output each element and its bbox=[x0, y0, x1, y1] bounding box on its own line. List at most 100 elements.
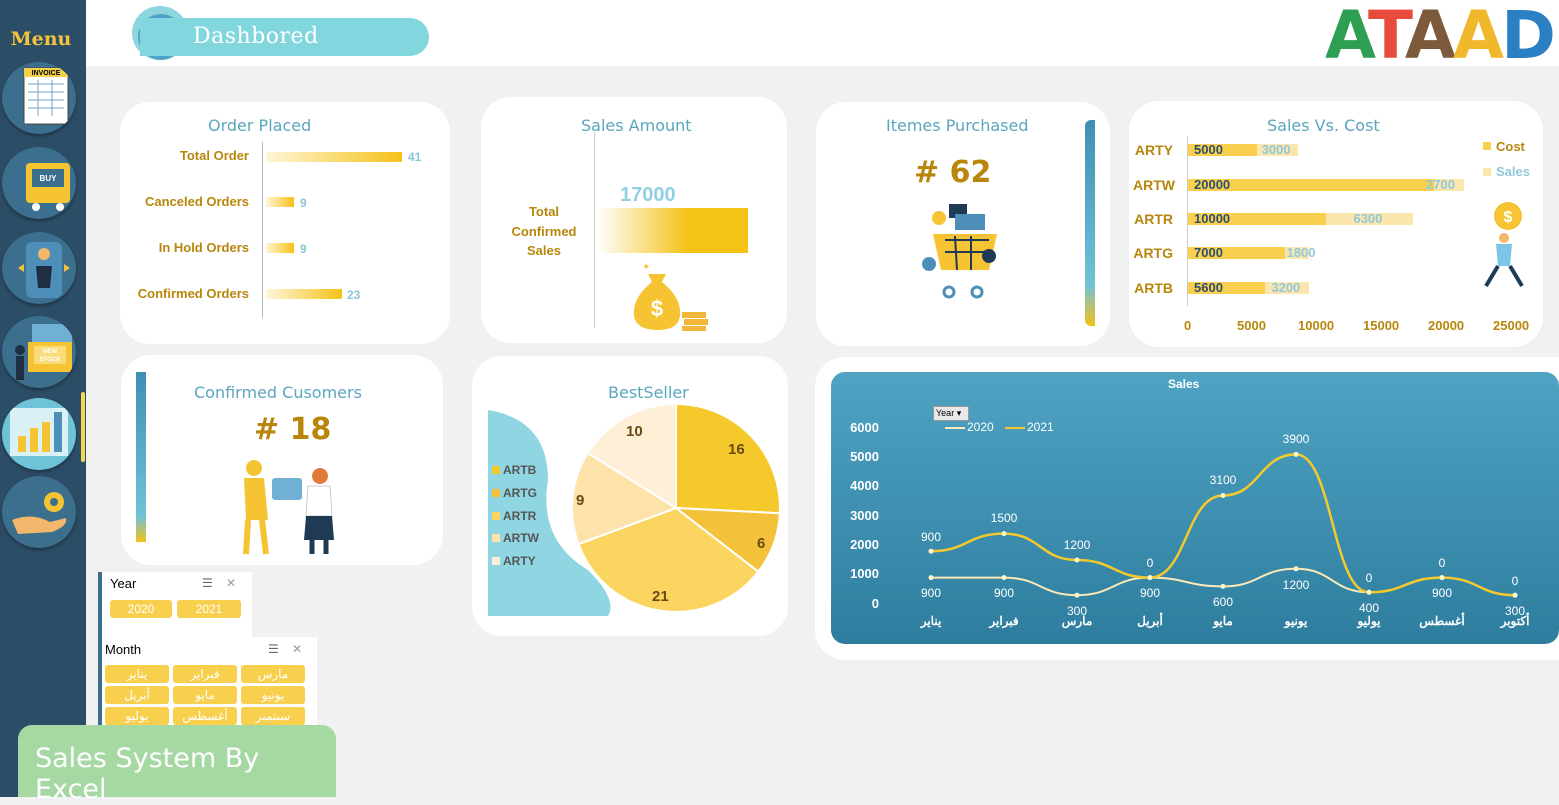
pie-slice-label: 10 bbox=[626, 423, 643, 440]
cost-value: 5000 bbox=[1194, 142, 1223, 157]
pie-slice-artb bbox=[675, 402, 781, 515]
items-purchased-title: Itemes Purchased bbox=[886, 116, 1029, 135]
data-label-2020: 400 bbox=[1358, 601, 1380, 615]
coin-person-icon: $ bbox=[1484, 202, 1524, 288]
order-label: Total Order bbox=[179, 148, 249, 163]
order-label: Canceled Orders bbox=[144, 194, 249, 209]
x-axis-tick: 10000 bbox=[1298, 318, 1335, 333]
decor-strip bbox=[1085, 120, 1095, 326]
invoice-label: INVOICE bbox=[32, 70, 61, 77]
year-slicer-title: Year bbox=[110, 576, 137, 591]
multi-select-icon[interactable]: ☰ bbox=[202, 576, 213, 590]
legend-sales-swatch bbox=[1483, 168, 1491, 176]
data-label-2020: 900 bbox=[993, 586, 1015, 600]
settings-button[interactable] bbox=[2, 476, 76, 548]
pie-legend-item: ARTG bbox=[492, 486, 537, 500]
x-axis-tick: 25000 bbox=[1493, 318, 1530, 333]
order-placed-title: Order Placed bbox=[208, 116, 312, 135]
dashboard-button[interactable] bbox=[2, 398, 76, 470]
year-option[interactable]: 2021 bbox=[177, 600, 241, 618]
sales-value: 3000 bbox=[1261, 142, 1291, 157]
svg-text:$: $ bbox=[651, 296, 663, 321]
buy-button[interactable]: BUY bbox=[2, 147, 76, 219]
svc-category: ARTR bbox=[1134, 211, 1173, 227]
money-bag-icon: $ ✦ bbox=[633, 262, 708, 331]
pie-slice-label: 9 bbox=[576, 492, 585, 509]
svc-category: ARTW bbox=[1133, 177, 1175, 193]
pie-legend-item: ARTR bbox=[492, 509, 536, 523]
cost-value: 10000 bbox=[1194, 211, 1231, 226]
month-option[interactable]: يوليو bbox=[105, 707, 169, 725]
month-option[interactable]: مارس bbox=[241, 665, 305, 683]
multi-select-icon[interactable]: ☰ bbox=[268, 642, 279, 656]
bestseller-pie bbox=[571, 402, 781, 613]
svg-text:$: $ bbox=[1504, 209, 1513, 226]
sales-amount-value: 17000 bbox=[620, 184, 676, 206]
dashboard-icon bbox=[10, 408, 68, 456]
settings-icon bbox=[12, 492, 67, 534]
confirmed-customers-title: Confirmed Cusomers bbox=[194, 383, 362, 402]
month-option[interactable]: سبتمبر bbox=[241, 707, 305, 725]
month-option[interactable]: مايو bbox=[173, 686, 237, 704]
sales-vs-cost-title: Sales Vs. Cost bbox=[1267, 116, 1380, 135]
footer-banner: Sales System By Excel bbox=[18, 725, 336, 805]
menu-title: Menu bbox=[10, 28, 72, 50]
svc-category: ARTG bbox=[1133, 245, 1173, 261]
clear-filter-icon[interactable]: ✕ bbox=[292, 642, 302, 656]
sales-value: 3200 bbox=[1271, 280, 1301, 295]
ataad-logo: ATAAD bbox=[1325, 0, 1556, 74]
order-bar bbox=[266, 197, 294, 207]
month-option[interactable]: أغسطس bbox=[173, 707, 237, 725]
data-label-2020: 900 bbox=[1139, 586, 1161, 600]
data-label-2021: 0 bbox=[1438, 556, 1446, 570]
svg-text:NEW: NEW bbox=[43, 349, 57, 355]
svg-text:✦: ✦ bbox=[642, 262, 650, 273]
pie-slice-label: 16 bbox=[728, 441, 745, 458]
cost-value: 5600 bbox=[1194, 280, 1223, 295]
month-option[interactable]: أبريل bbox=[105, 686, 169, 704]
pie-legend-item: ARTB bbox=[492, 463, 536, 477]
new-stock-button[interactable]: NEW STOCK bbox=[2, 316, 76, 388]
x-axis-month: أكتوبر bbox=[1500, 614, 1530, 628]
order-bar bbox=[266, 243, 294, 253]
svc-category: ARTB bbox=[1134, 280, 1173, 296]
sales-amount-title: Sales Amount bbox=[581, 116, 692, 135]
shopping-cart-icon bbox=[922, 204, 997, 299]
order-label: Confirmed Orders bbox=[137, 286, 249, 301]
data-label-2020: 900 bbox=[1431, 586, 1453, 600]
sales-amount-bar bbox=[597, 208, 748, 253]
order-value: 23 bbox=[347, 288, 361, 302]
svc-category: ARTY bbox=[1134, 142, 1173, 158]
x-axis-month: يوليو bbox=[1357, 614, 1381, 628]
sales-line-plot bbox=[928, 451, 1518, 598]
pie-slice-label: 21 bbox=[652, 588, 669, 605]
sales-value: 1800 bbox=[1286, 245, 1316, 260]
sales-value: 2700 bbox=[1426, 177, 1455, 192]
year-option[interactable]: 2020 bbox=[110, 600, 172, 618]
legend-cost: Cost bbox=[1496, 139, 1525, 154]
x-axis-tick: 5000 bbox=[1237, 318, 1266, 333]
data-label-2021: 900 bbox=[920, 530, 942, 544]
x-axis-tick: 15000 bbox=[1363, 318, 1400, 333]
order-value: 9 bbox=[300, 196, 307, 210]
data-label-2021: 3100 bbox=[1209, 473, 1237, 487]
month-option[interactable]: يونيو bbox=[241, 686, 305, 704]
data-label-2021: 0 bbox=[1365, 571, 1373, 585]
month-option[interactable]: فبراير bbox=[173, 665, 237, 683]
invoice-button[interactable]: INVOICE bbox=[2, 62, 76, 134]
clear-filter-icon[interactable]: ✕ bbox=[226, 576, 236, 590]
data-label-2020: 600 bbox=[1212, 595, 1234, 609]
order-value: 41 bbox=[408, 150, 422, 164]
pie-slice-label: 6 bbox=[757, 535, 766, 552]
buy-label: BUY bbox=[40, 174, 58, 183]
x-axis-month: أبريل bbox=[1137, 614, 1163, 628]
sales-amount-label: Total Confirmed Sales bbox=[511, 204, 577, 258]
sales-value: 6300 bbox=[1353, 211, 1383, 226]
order-label: In Hold Orders bbox=[158, 240, 249, 255]
pie-legend-item: ARTW bbox=[492, 531, 539, 545]
month-option[interactable]: يناير bbox=[105, 665, 169, 683]
order-placed-card bbox=[120, 102, 450, 344]
x-axis-month: يونيو bbox=[1284, 614, 1308, 628]
data-label-2020: 1200 bbox=[1282, 578, 1310, 592]
customers-button[interactable] bbox=[2, 232, 76, 304]
